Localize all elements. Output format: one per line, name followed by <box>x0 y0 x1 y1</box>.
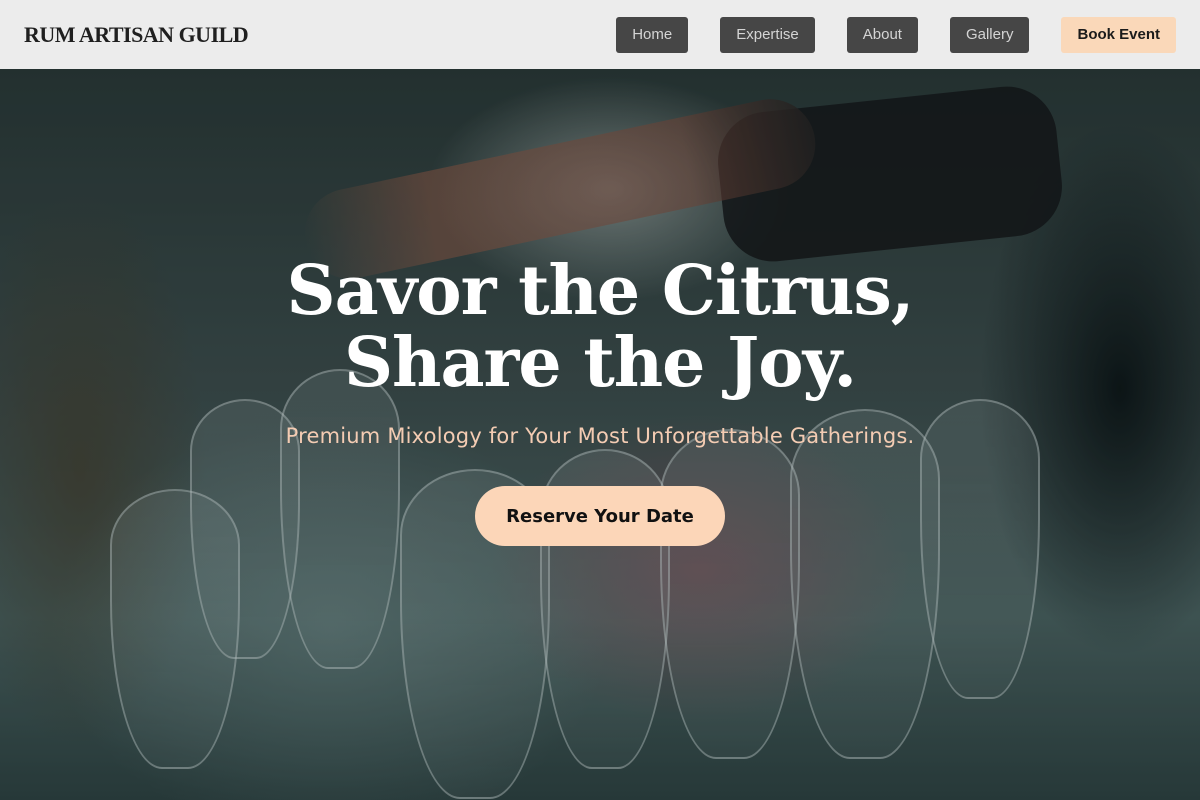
nav-about-button[interactable]: About <box>846 16 918 53</box>
nav-expertise-button[interactable]: Expertise <box>720 16 815 53</box>
main-nav: Home Expertise About Gallery Book Event <box>616 16 1176 53</box>
nav-home-button[interactable]: Home <box>616 16 689 53</box>
hero-headline: Savor the Citrus, Share the Joy. <box>0 255 1200 399</box>
hero-headline-line-1: Savor the Citrus, <box>286 251 915 331</box>
hero-subtitle: Premium Mixology for Your Most Unforgett… <box>285 424 915 448</box>
site-header: RUM ARTISAN GUILD Home Expertise About G… <box>0 0 1200 69</box>
hero-section: Savor the Citrus, Share the Joy. Premium… <box>0 69 1200 800</box>
brand-logo[interactable]: RUM ARTISAN GUILD <box>24 22 249 48</box>
reserve-date-button[interactable]: Reserve Your Date <box>475 486 725 546</box>
book-event-button[interactable]: Book Event <box>1061 16 1176 53</box>
nav-gallery-button[interactable]: Gallery <box>949 16 1030 53</box>
hero-headline-line-2: Share the Joy. <box>343 323 857 403</box>
